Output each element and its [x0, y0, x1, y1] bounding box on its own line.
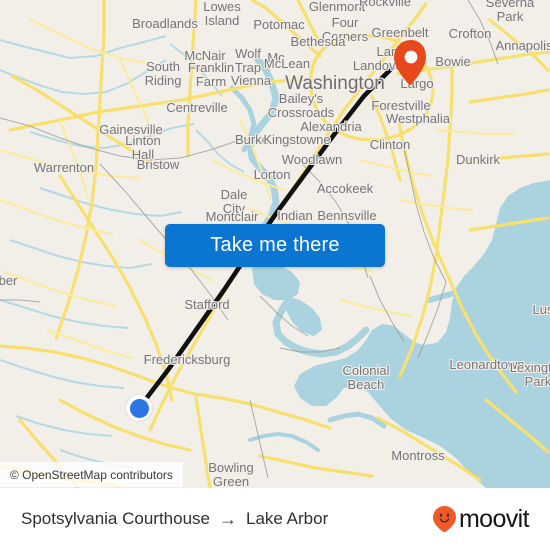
map-pin-icon [394, 40, 426, 85]
moovit-route-card: Broadlands Lowes Island Potomac Glenmont Roc… [0, 0, 550, 550]
origin-dot-ring [126, 395, 152, 421]
route-title: Spotsylvania Courthouse → Lake Arbor [21, 509, 328, 529]
origin-dot-core [129, 398, 149, 418]
destination-pin-marker[interactable] [393, 40, 427, 86]
route-destination-label: Lake Arbor [246, 509, 329, 528]
map-canvas[interactable]: Broadlands Lowes Island Potomac Glenmont Roc… [0, 0, 550, 488]
route-origin-label: Spotsylvania Courthouse [21, 509, 211, 528]
osm-attribution[interactable]: © OpenStreetMap contributors [0, 462, 183, 487]
arrow-right-icon: → [219, 509, 238, 529]
origin-dot-marker[interactable] [126, 395, 152, 421]
footer-bar: Spotsylvania Courthouse → Lake Arbor moo… [0, 488, 550, 550]
moovit-logo[interactable]: moovit [432, 504, 530, 533]
moovit-wordmark: moovit [458, 504, 530, 533]
moovit-pin-icon [432, 506, 456, 532]
take-me-there-button[interactable]: Take me there [165, 224, 385, 267]
